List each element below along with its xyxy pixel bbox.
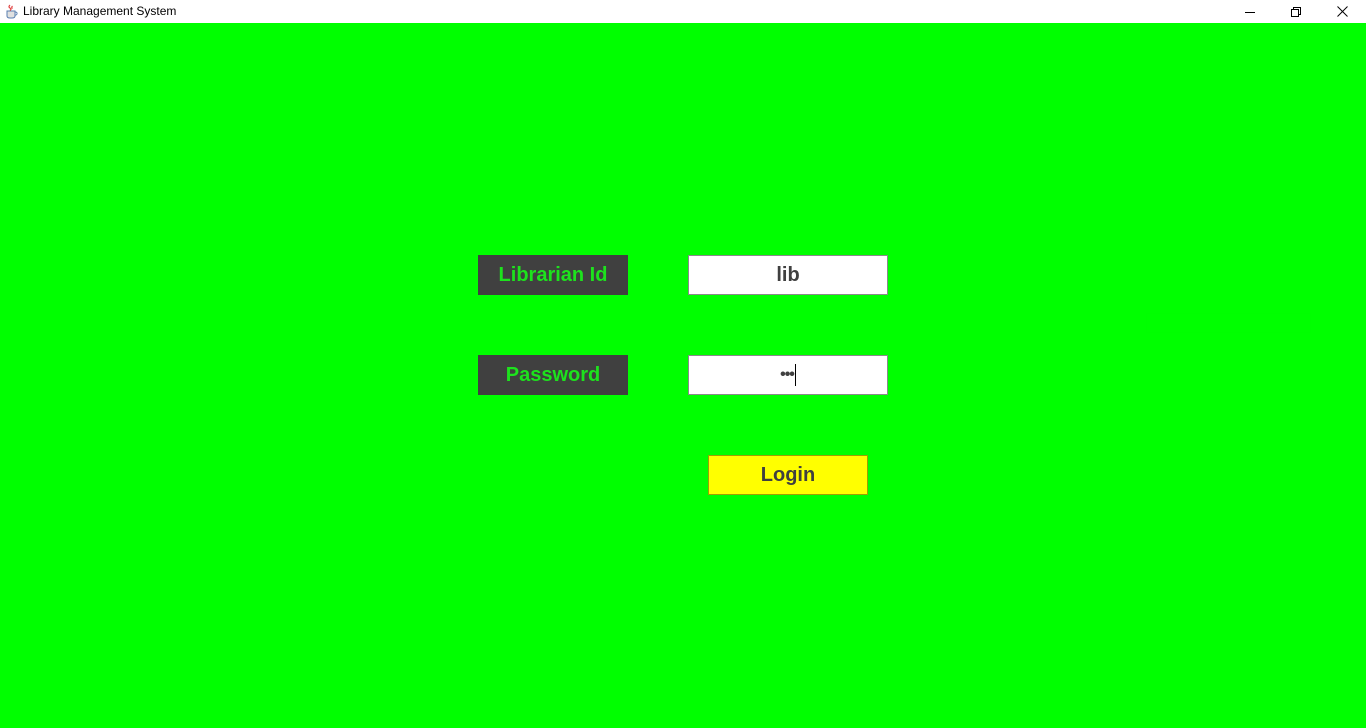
title-bar[interactable]: Library Management System [0,0,1366,23]
minimize-icon [1245,11,1255,13]
librarian-id-value: lib [776,263,800,286]
password-label: Password [478,355,628,395]
librarian-id-label: Librarian Id [478,255,628,295]
java-cup-icon [4,4,18,19]
login-panel: Librarian Id lib Password ••• Login [0,23,1366,728]
restore-button[interactable] [1273,0,1319,23]
restore-icon [1291,6,1301,17]
login-button[interactable]: Login [708,455,868,495]
text-caret [794,364,796,386]
close-icon [1336,6,1348,17]
window-title: Library Management System [23,4,177,18]
faint-overlay [1146,313,1311,333]
librarian-id-input[interactable]: lib [688,255,888,295]
minimize-button[interactable] [1227,0,1273,23]
password-value: ••• [780,366,795,383]
close-button[interactable] [1319,0,1365,23]
app-window: Library Management System Librarian Id l… [0,0,1366,728]
password-input[interactable]: ••• [688,355,888,395]
